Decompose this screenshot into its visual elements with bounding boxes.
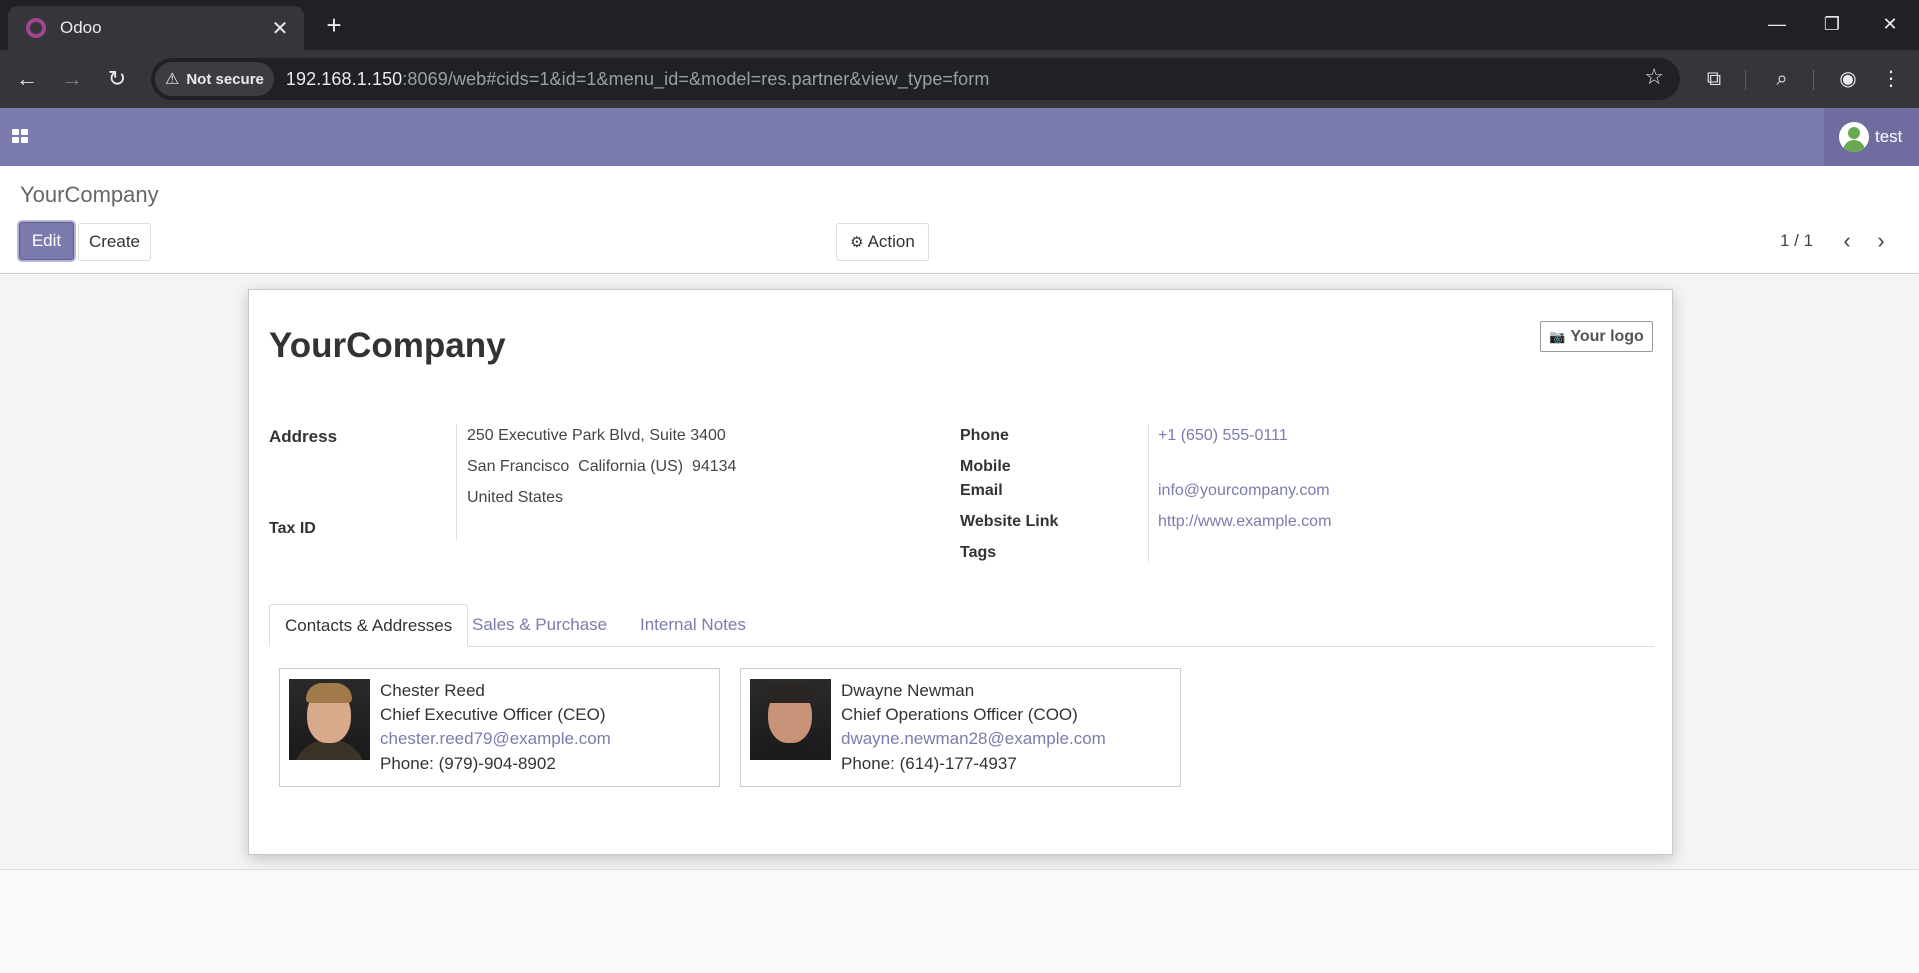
email-link[interactable]: info@yourcompany.com — [1158, 482, 1330, 500]
bookmark-star-icon[interactable]: ☆ — [1644, 64, 1664, 90]
logo-label: Your logo — [1570, 327, 1644, 345]
tab-title: Odoo — [60, 18, 102, 37]
browser-tab[interactable]: Odoo ✕ — [8, 6, 304, 50]
url-host: 192.168.1.150 — [285, 68, 403, 89]
pager-value[interactable]: 1 / 1 — [1780, 231, 1813, 251]
form-view: YourCompany 📷 Your logo Address 250 Exec… — [0, 275, 1919, 870]
pager-previous-icon[interactable]: ‹ — [1832, 224, 1862, 258]
close-window-button[interactable]: ✕ — [1870, 8, 1910, 40]
notebook-tabs: Contacts & Addresses Sales & Purchase In… — [269, 604, 1654, 647]
warning-icon: ⚠ — [165, 71, 180, 88]
user-avatar — [1839, 122, 1869, 152]
odoo-navbar: test — [0, 108, 1919, 166]
toolbar-divider — [1745, 70, 1746, 90]
contact-name: Chester Reed — [380, 681, 485, 700]
browser-toolbar: ← → ↻ ⚠ Not secure 192.168.1.150:8069/we… — [0, 50, 1919, 108]
contact-photo — [750, 679, 831, 760]
address-country: United States — [467, 489, 564, 506]
security-label: Not secure — [186, 70, 264, 88]
tax-id-label: Tax ID — [269, 520, 316, 537]
minimize-window-button[interactable]: — — [1757, 8, 1797, 40]
email-label: Email — [960, 482, 1003, 499]
contact-role: Chief Executive Officer (CEO) — [380, 705, 606, 724]
create-button[interactable]: Create — [78, 223, 151, 261]
back-button[interactable]: ← — [11, 63, 43, 95]
user-menu[interactable]: test — [1824, 108, 1919, 166]
upload-logo-button[interactable]: 📷 Your logo — [1540, 321, 1653, 352]
field-divider — [1148, 424, 1149, 563]
odoo-favicon-icon — [26, 18, 46, 38]
apps-menu-icon[interactable] — [12, 129, 28, 143]
forward-button[interactable]: → — [56, 63, 88, 95]
profile-icon[interactable]: ◉ — [1831, 63, 1865, 95]
url-path: :8069/web#cids=1&id=1&menu_id=&model=res… — [402, 68, 990, 89]
browser-menu-icon[interactable]: ⋮ — [1874, 63, 1908, 95]
user-name: test — [1875, 127, 1903, 146]
contact-email[interactable]: dwayne.newman28@example.com — [841, 729, 1106, 749]
restore-window-button[interactable]: ❐ — [1812, 8, 1852, 40]
contact-phone: Phone: (979)-904-8902 — [380, 754, 556, 773]
action-button[interactable]: ⚙ Action — [836, 223, 929, 261]
address-label: Address — [269, 427, 338, 446]
tab-internal-notes[interactable]: Internal Notes — [625, 604, 761, 647]
tags-label: Tags — [960, 544, 997, 561]
address-bar[interactable]: ⚠ Not secure 192.168.1.150:8069/web#cids… — [151, 58, 1680, 100]
control-panel: YourCompany Edit Create ⚙ Action 1 / 1 ‹… — [0, 166, 1919, 274]
website-label: Website Link — [960, 513, 1059, 530]
pager-next-icon[interactable]: › — [1866, 224, 1896, 258]
contact-name: Dwayne Newman — [841, 681, 975, 700]
new-tab-button[interactable]: + — [318, 10, 350, 42]
security-chip[interactable]: ⚠ Not secure — [155, 62, 274, 96]
address-street: 250 Executive Park Blvd, Suite 3400 — [467, 427, 726, 444]
phone-label: Phone — [960, 427, 1009, 444]
tab-sales-purchase[interactable]: Sales & Purchase — [457, 604, 622, 647]
toolbar-divider — [1813, 70, 1814, 90]
field-divider — [456, 424, 457, 540]
contact-photo — [289, 679, 370, 760]
contact-card[interactable]: Chester Reed Chief Executive Officer (CE… — [279, 668, 720, 787]
tab-contacts-addresses[interactable]: Contacts & Addresses — [269, 604, 469, 647]
close-tab-icon[interactable]: ✕ — [268, 16, 292, 41]
mobile-label: Mobile — [960, 458, 1011, 475]
website-link[interactable]: http://www.example.com — [1158, 513, 1331, 531]
contact-email[interactable]: chester.reed79@example.com — [380, 729, 611, 749]
contact-phone: Phone: (614)-177-4937 — [841, 754, 1017, 773]
gear-icon: ⚙ — [850, 234, 864, 251]
breadcrumb: YourCompany — [20, 182, 159, 207]
browser-tab-bar: Odoo ✕ + — ❐ ✕ — [0, 0, 1919, 50]
tab-search-icon[interactable]: ⌕ — [1765, 63, 1799, 95]
contact-role: Chief Operations Officer (COO) — [841, 705, 1078, 724]
company-name: YourCompany — [269, 326, 506, 365]
contact-card[interactable]: Dwayne Newman Chief Operations Officer (… — [740, 668, 1181, 787]
action-label: Action — [867, 232, 915, 251]
extensions-icon[interactable]: ⧉ — [1697, 63, 1731, 95]
reload-button[interactable]: ↻ — [101, 63, 133, 95]
url-text[interactable]: 192.168.1.150:8069/web#cids=1&id=1&menu_… — [286, 69, 990, 90]
camera-icon: 📷 — [1549, 328, 1566, 344]
form-sheet: YourCompany 📷 Your logo Address 250 Exec… — [248, 289, 1673, 855]
phone-link[interactable]: +1 (650) 555-0111 — [1158, 427, 1288, 445]
address-city-line: San Francisco California (US) 94134 — [467, 458, 737, 475]
edit-button[interactable]: Edit — [19, 222, 74, 260]
